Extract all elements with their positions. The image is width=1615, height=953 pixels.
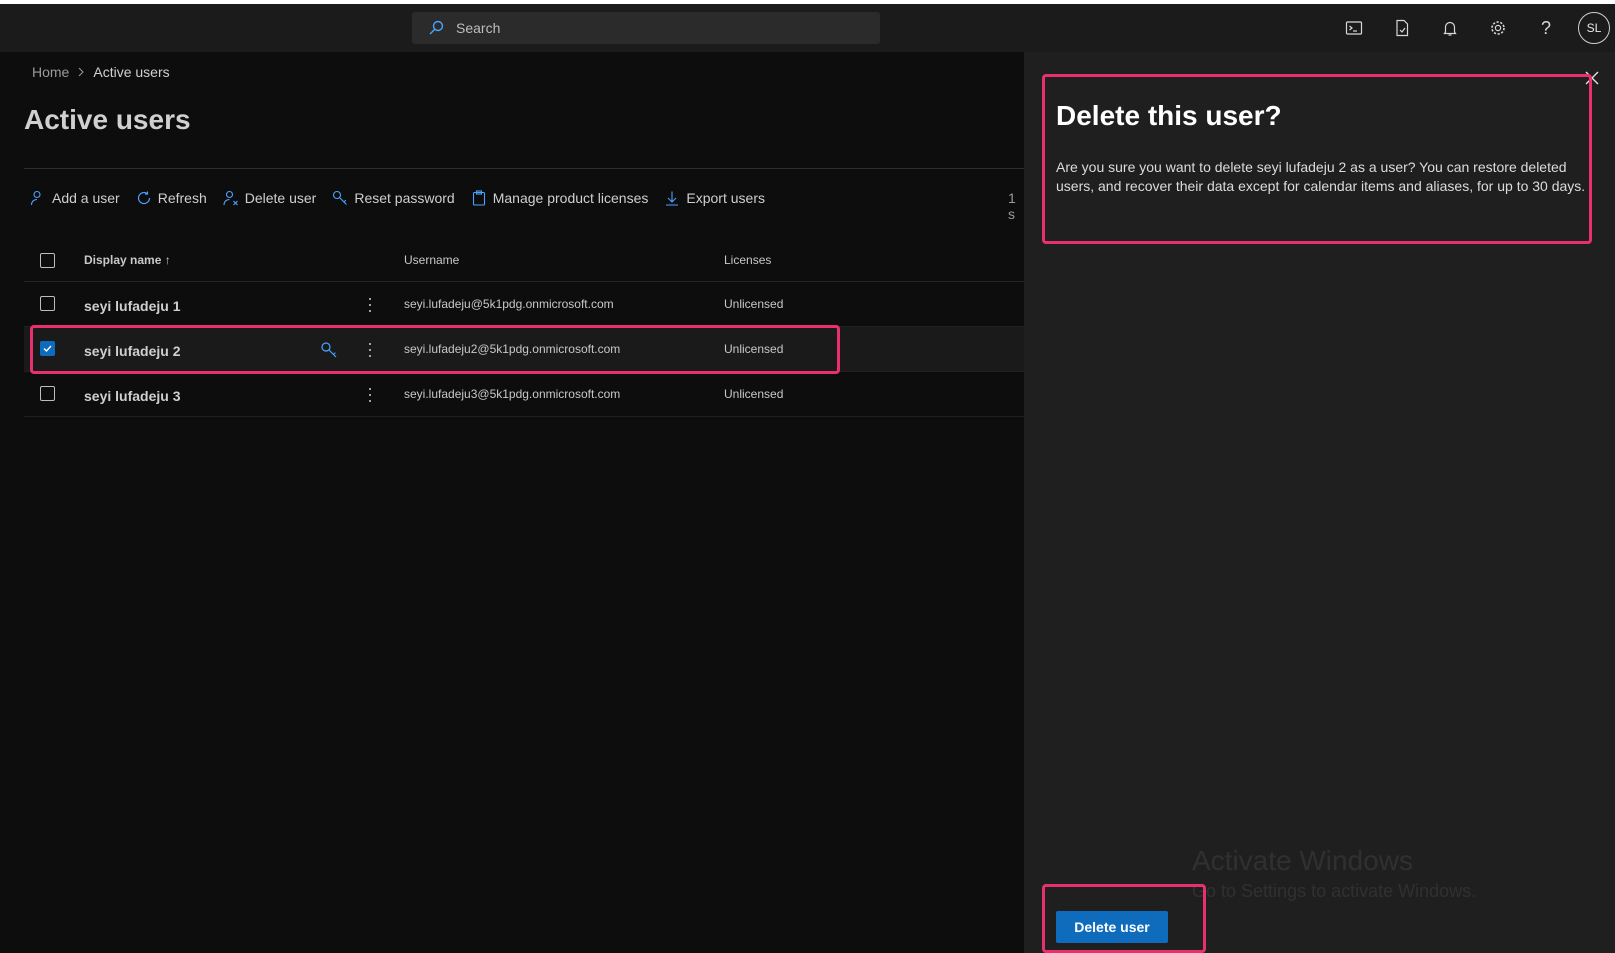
row-checkbox[interactable] <box>40 296 55 311</box>
chevron-right-icon <box>79 67 85 77</box>
divider <box>24 168 1024 169</box>
activation-watermark: Activate Windows Go to Settings to activ… <box>1192 845 1477 901</box>
breadcrumb-home[interactable]: Home <box>32 64 69 80</box>
bell-icon[interactable] <box>1438 16 1462 40</box>
gear-icon[interactable] <box>1486 16 1510 40</box>
delete-user-confirm-button[interactable]: Delete user <box>1056 911 1168 943</box>
licenses-cell: Unlicensed <box>724 387 784 401</box>
table-header: Display name ↑ Username Licenses <box>24 241 1024 282</box>
export-users-button[interactable]: Export users <box>664 190 765 206</box>
display-name-link[interactable]: seyi lufadeju 3 <box>84 388 180 404</box>
command-bar: Add a user Refresh Delete user Reset pas… <box>30 182 781 214</box>
document-icon[interactable] <box>1390 16 1414 40</box>
table-row[interactable]: seyi lufadeju 1 seyi.lufadeju@5k1pdg.onm… <box>24 282 1024 327</box>
panel-description: Are you sure you want to delete seyi luf… <box>1056 159 1586 194</box>
more-options-icon[interactable] <box>364 296 376 314</box>
row-checkbox[interactable] <box>40 341 55 356</box>
licenses-cell: Unlicensed <box>724 342 784 356</box>
panel-title: Delete this user? <box>1056 100 1282 131</box>
person-add-icon <box>30 190 41 206</box>
main-content: Home Active users Active users Add a use… <box>0 52 1024 953</box>
username-cell: seyi.lufadeju2@5k1pdg.onmicrosoft.com <box>404 342 621 356</box>
reset-password-button[interactable]: Reset password <box>332 190 455 206</box>
column-licenses[interactable]: Licenses <box>724 253 771 267</box>
licenses-cell: Unlicensed <box>724 297 784 311</box>
row-checkbox[interactable] <box>40 386 55 401</box>
display-name-link[interactable]: seyi lufadeju 1 <box>84 298 180 314</box>
username-cell: seyi.lufadeju3@5k1pdg.onmicrosoft.com <box>404 387 621 401</box>
key-icon[interactable] <box>320 341 338 359</box>
page-title: Active users <box>24 104 191 135</box>
column-username[interactable]: Username <box>404 253 459 267</box>
table-row[interactable]: seyi lufadeju 2 seyi.lufadeju2@5k1pdg.on… <box>24 327 1024 372</box>
download-icon <box>666 191 679 206</box>
refresh-icon <box>137 191 150 205</box>
search-icon <box>429 20 444 35</box>
avatar[interactable]: SL <box>1578 12 1610 44</box>
display-name-link[interactable]: seyi lufadeju 2 <box>84 343 180 359</box>
terminal-icon[interactable] <box>1342 16 1366 40</box>
help-icon[interactable]: ? <box>1534 16 1558 40</box>
clipboard-icon <box>472 190 485 206</box>
refresh-button[interactable]: Refresh <box>136 190 207 206</box>
more-options-icon[interactable] <box>364 386 376 404</box>
top-bar: Search ? SL <box>0 4 1615 52</box>
checkmark-icon <box>43 345 52 353</box>
search-placeholder: Search <box>456 20 501 36</box>
close-icon[interactable] <box>1584 70 1600 86</box>
selection-count: 1 s <box>1008 190 1016 222</box>
add-user-button[interactable]: Add a user <box>30 190 120 206</box>
select-all-checkbox[interactable] <box>40 253 55 268</box>
breadcrumb: Home Active users <box>32 64 170 80</box>
table-row[interactable]: seyi lufadeju 3 seyi.lufadeju3@5k1pdg.on… <box>24 372 1024 417</box>
manage-licenses-button[interactable]: Manage product licenses <box>471 190 648 206</box>
person-delete-icon <box>223 190 238 206</box>
search-input[interactable]: Search <box>412 12 880 44</box>
sort-ascending-icon: ↑ <box>164 253 171 267</box>
username-cell: seyi.lufadeju@5k1pdg.onmicrosoft.com <box>404 297 614 311</box>
breadcrumb-current: Active users <box>93 64 170 80</box>
column-display-name[interactable]: Display name ↑ <box>84 253 171 267</box>
more-options-icon[interactable] <box>364 341 376 359</box>
key-icon <box>333 190 348 205</box>
delete-user-button[interactable]: Delete user <box>223 190 316 206</box>
